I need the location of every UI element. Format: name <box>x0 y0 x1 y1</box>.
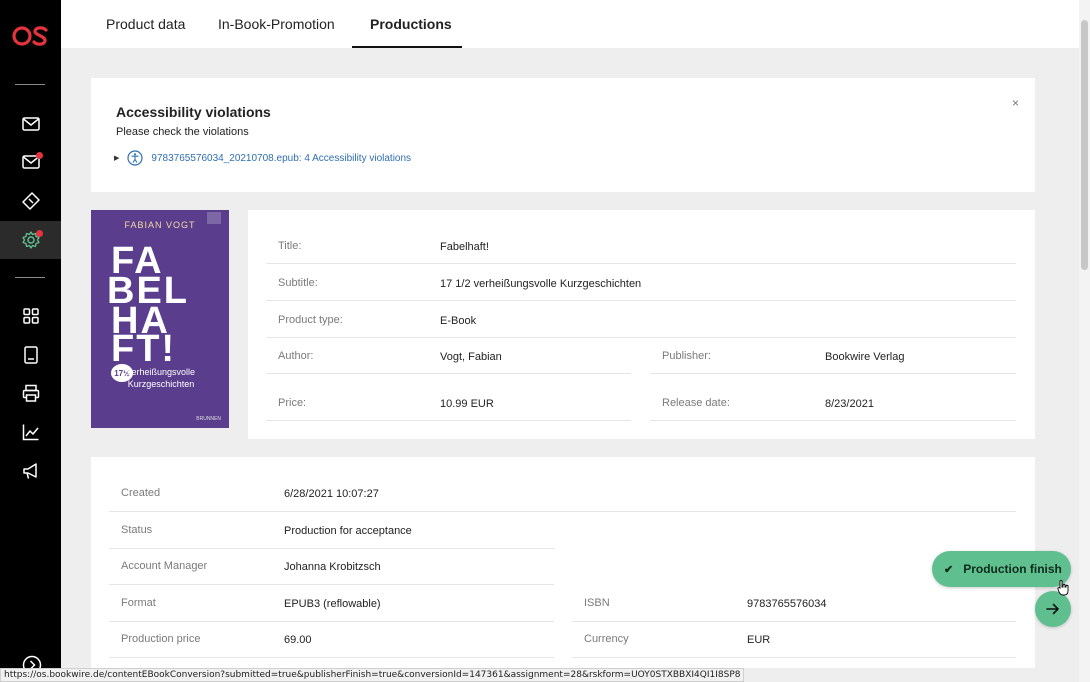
cover-subtitle-line: verheißungsvolle <box>127 367 196 377</box>
status-label: Status <box>121 524 153 536</box>
cover-title-line: FT! <box>111 328 177 370</box>
info-row-status: Status Production for acceptance <box>109 512 554 549</box>
info-row-created: Created 6/28/2021 10:07:27 <box>109 475 1016 512</box>
scrollbar[interactable] <box>1079 0 1090 682</box>
title-label: Title: <box>278 240 302 252</box>
production-price-value: 69.00 <box>284 634 312 646</box>
mouse-cursor-icon <box>1057 580 1069 596</box>
publisher-label: Publisher: <box>662 350 711 362</box>
created-label: Created <box>121 487 161 499</box>
info-row-currency: Currency EUR <box>572 621 1016 658</box>
browser-status-url: https://os.bookwire.de/contentEBookConve… <box>0 668 745 682</box>
ticket-icon <box>21 192 40 210</box>
sidebar-item-settings[interactable] <box>0 221 61 259</box>
line-chart-icon <box>22 424 39 441</box>
status-value: Production for acceptance <box>284 525 412 537</box>
production-price-label: Production price <box>121 633 201 645</box>
sidebar-item-tickets[interactable] <box>0 182 61 220</box>
subtitle-value: 17 1/2 verheißungsvolle Kurzgeschichten <box>440 278 642 290</box>
title-value: Fabelhaft! <box>440 241 489 253</box>
isbn-value: 9783765576034 <box>747 598 827 610</box>
tab-product-data[interactable]: Product data <box>106 16 185 32</box>
settings-alert-dot <box>36 230 43 237</box>
sidebar-item-documents[interactable] <box>0 336 61 374</box>
accessibility-subtitle: Please check the violations <box>116 126 249 138</box>
info-row-release-date: Release date: 8/23/2021 <box>650 384 1016 421</box>
production-finish-label: Production finish <box>963 562 1062 576</box>
sidebar-divider <box>15 277 45 278</box>
currency-label: Currency <box>584 633 629 645</box>
cover-subtitle-line: Kurzgeschichten <box>127 379 195 389</box>
info-row-format: Format EPUB3 (reflowable) <box>109 585 554 622</box>
sidebar <box>0 0 61 682</box>
active-tab-indicator <box>352 46 462 48</box>
cover-subtitle: verheißungsvolle Kurzgeschichten <box>127 366 195 390</box>
grid-icon <box>22 308 39 324</box>
mail-icon <box>21 117 40 131</box>
megaphone-icon <box>22 463 37 479</box>
account-manager-value: Johanna Krobitzsch <box>284 561 381 573</box>
arrow-right-icon <box>1046 603 1059 615</box>
sidebar-item-notifications[interactable] <box>0 143 61 181</box>
sidebar-item-marketing[interactable] <box>0 452 61 490</box>
sidebar-item-print[interactable] <box>0 374 61 412</box>
accessibility-title: Accessibility violations <box>116 104 271 120</box>
info-row-isbn: ISBN 9783765576034 <box>572 585 1016 622</box>
currency-value: EUR <box>747 634 771 646</box>
info-row-author: Author: Vogt, Fabian <box>266 337 631 374</box>
format-value: EPUB3 (reflowable) <box>284 598 381 610</box>
price-value: 10.99 EUR <box>440 398 494 410</box>
product-type-value: E-Book <box>440 315 477 327</box>
document-icon <box>23 346 38 364</box>
tab-bar: Product data In-Book-Promotion Productio… <box>61 0 1079 48</box>
tab-productions[interactable]: Productions <box>370 16 452 32</box>
cover-publisher-mark: BRUNNEN <box>196 416 221 422</box>
sidebar-item-mail[interactable] <box>0 105 61 143</box>
os-logo[interactable] <box>12 24 50 48</box>
info-row-product-type: Product type: E-Book <box>266 301 1016 338</box>
isbn-label: ISBN <box>584 597 610 609</box>
release-date-value: 8/23/2021 <box>825 398 874 410</box>
info-row-price: Price: 10.99 EUR <box>266 384 631 421</box>
next-button[interactable] <box>1035 591 1071 627</box>
accessibility-panel: Accessibility violations Please check th… <box>91 78 1035 192</box>
caret-right-icon[interactable]: ▶ <box>114 154 119 162</box>
info-row-subtitle: Subtitle: 17 1/2 verheißungsvolle Kurzge… <box>266 264 1016 301</box>
product-type-label: Product type: <box>278 314 343 326</box>
violation-link[interactable]: 9783765576034_20210708.epub: 4 Accessibi… <box>151 153 411 164</box>
tab-in-book-promotion[interactable]: In-Book-Promotion <box>218 16 335 32</box>
notification-dot <box>36 152 43 159</box>
violation-item[interactable]: ▶ 9783765576034_20210708.epub: 4 Accessi… <box>114 150 411 166</box>
printer-icon <box>22 384 39 402</box>
format-label: Format <box>121 597 156 609</box>
publisher-value: Bookwire Verlag <box>825 351 905 363</box>
cover-author: FABIAN VOGT <box>124 220 196 230</box>
info-row-production-price: Production price 69.00 <box>109 621 554 658</box>
release-date-label: Release date: <box>662 397 730 409</box>
production-card: Created 6/28/2021 10:07:27 Status Produc… <box>91 457 1035 668</box>
sidebar-divider <box>15 84 45 85</box>
author-label: Author: <box>278 350 314 362</box>
scrollbar-thumb[interactable] <box>1081 20 1088 270</box>
subtitle-label: Subtitle: <box>278 277 318 289</box>
check-icon: ✔ <box>944 563 954 576</box>
sidebar-item-dashboard[interactable] <box>0 297 61 335</box>
author-value: Vogt, Fabian <box>440 351 502 363</box>
book-cover-image: FABIAN VOGT FA BEL HA FT! 17½ verheißung… <box>91 210 229 428</box>
info-row-account-manager: Account Manager Johanna Krobitzsch <box>109 548 554 585</box>
info-row-publisher: Publisher: Bookwire Verlag <box>650 337 1016 374</box>
info-row-title: Title: Fabelhaft! <box>266 227 1016 264</box>
price-label: Price: <box>278 397 307 409</box>
account-manager-label: Account Manager <box>121 560 208 572</box>
accessibility-icon <box>127 150 143 166</box>
created-value: 6/28/2021 10:07:27 <box>284 488 379 500</box>
sidebar-item-statistics[interactable] <box>0 413 61 451</box>
production-finish-button[interactable]: ✔ Production finish <box>932 551 1071 587</box>
product-info-card: Title: Fabelhaft! Subtitle: 17 1/2 verhe… <box>248 210 1035 439</box>
close-icon[interactable]: × <box>1012 96 1019 110</box>
